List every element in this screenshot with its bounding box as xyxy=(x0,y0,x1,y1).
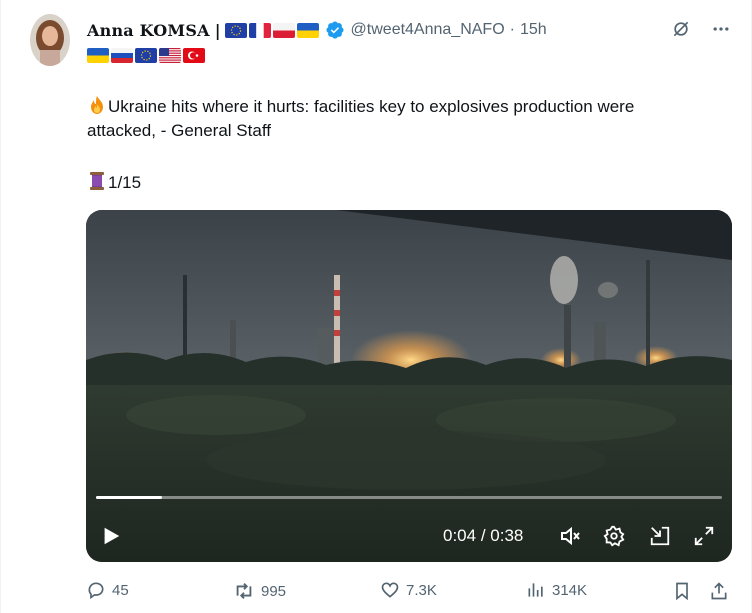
video-progress-fill xyxy=(96,496,162,499)
like-button[interactable]: 7.3K xyxy=(380,580,437,600)
tweet-text-line-1: Ukraine hits where it hurts: facilities … xyxy=(87,95,634,117)
fullscreen-icon[interactable] xyxy=(690,520,718,552)
verified-badge-icon[interactable] xyxy=(325,20,345,40)
tweet-text-continued: attacked, - General Staff xyxy=(87,121,271,140)
mute-icon[interactable] xyxy=(556,520,584,552)
video-duration: 0:38 xyxy=(490,526,524,545)
fire-icon xyxy=(87,95,107,115)
view-count: 314K xyxy=(552,581,588,599)
repost-button[interactable]: 995 xyxy=(233,580,286,602)
more-options-icon[interactable] xyxy=(710,18,732,40)
bookmark-button[interactable] xyxy=(672,580,692,602)
ukraine-flag-icon xyxy=(296,22,319,38)
share-button[interactable] xyxy=(709,580,729,602)
tweet-header: Anna KOMSA | @tweet4Anna_NAFO · 15h xyxy=(87,18,547,42)
thread-counter: 1/15 xyxy=(108,173,142,192)
repost-icon xyxy=(236,583,252,599)
tweet-top-actions xyxy=(670,18,732,40)
reply-count: 45 xyxy=(112,581,129,599)
author-name[interactable]: Anna KOMSA xyxy=(87,21,210,40)
thread-spool-icon xyxy=(87,171,107,191)
eu-flag-icon xyxy=(224,22,247,38)
video-player[interactable]: 0:04 / 0:38 xyxy=(86,210,732,562)
views-button[interactable]: 314K xyxy=(526,580,587,600)
left-border xyxy=(0,0,1,613)
poland-flag-icon xyxy=(272,22,295,38)
video-time-separator: / xyxy=(480,526,486,545)
reply-icon xyxy=(88,582,104,600)
tweet-text-line-2: attacked, - General Staff xyxy=(87,121,271,141)
meta-dot: · xyxy=(509,21,515,38)
settings-icon[interactable] xyxy=(600,520,628,552)
video-progress-bar[interactable] xyxy=(96,496,722,499)
video-frame xyxy=(86,210,732,562)
author-handle[interactable]: @tweet4Anna_NAFO xyxy=(351,21,505,39)
name-separator: | xyxy=(214,20,221,40)
tweet-text: Ukraine hits where it hurts: facilities … xyxy=(108,97,635,116)
thread-counter-line: 1/15 xyxy=(87,171,141,193)
russia-flag-icon xyxy=(111,48,133,63)
video-current-time: 0:04 xyxy=(443,526,477,545)
usa-flag-icon xyxy=(159,48,181,63)
avatar[interactable] xyxy=(30,14,70,66)
like-count: 7.3K xyxy=(406,581,437,599)
grok-icon[interactable] xyxy=(670,18,692,40)
france-flag-icon xyxy=(248,22,271,38)
views-icon xyxy=(528,583,543,597)
bio-flags xyxy=(87,48,207,63)
play-icon[interactable] xyxy=(100,520,122,552)
bookmark-icon xyxy=(676,582,688,601)
video-time: 0:04 / 0:38 xyxy=(443,526,523,546)
eu-flag-icon xyxy=(135,48,157,63)
tweet-action-bar: 45 995 7.3K 314K xyxy=(86,580,732,606)
picture-in-picture-icon[interactable] xyxy=(646,520,674,552)
heart-icon xyxy=(381,582,399,598)
repost-count: 995 xyxy=(261,582,287,600)
ukraine-flag-icon xyxy=(87,48,109,63)
share-icon xyxy=(711,582,727,600)
timestamp[interactable]: 15h xyxy=(520,21,547,39)
turkey-flag-icon xyxy=(183,48,205,63)
reply-button[interactable]: 45 xyxy=(86,580,129,600)
